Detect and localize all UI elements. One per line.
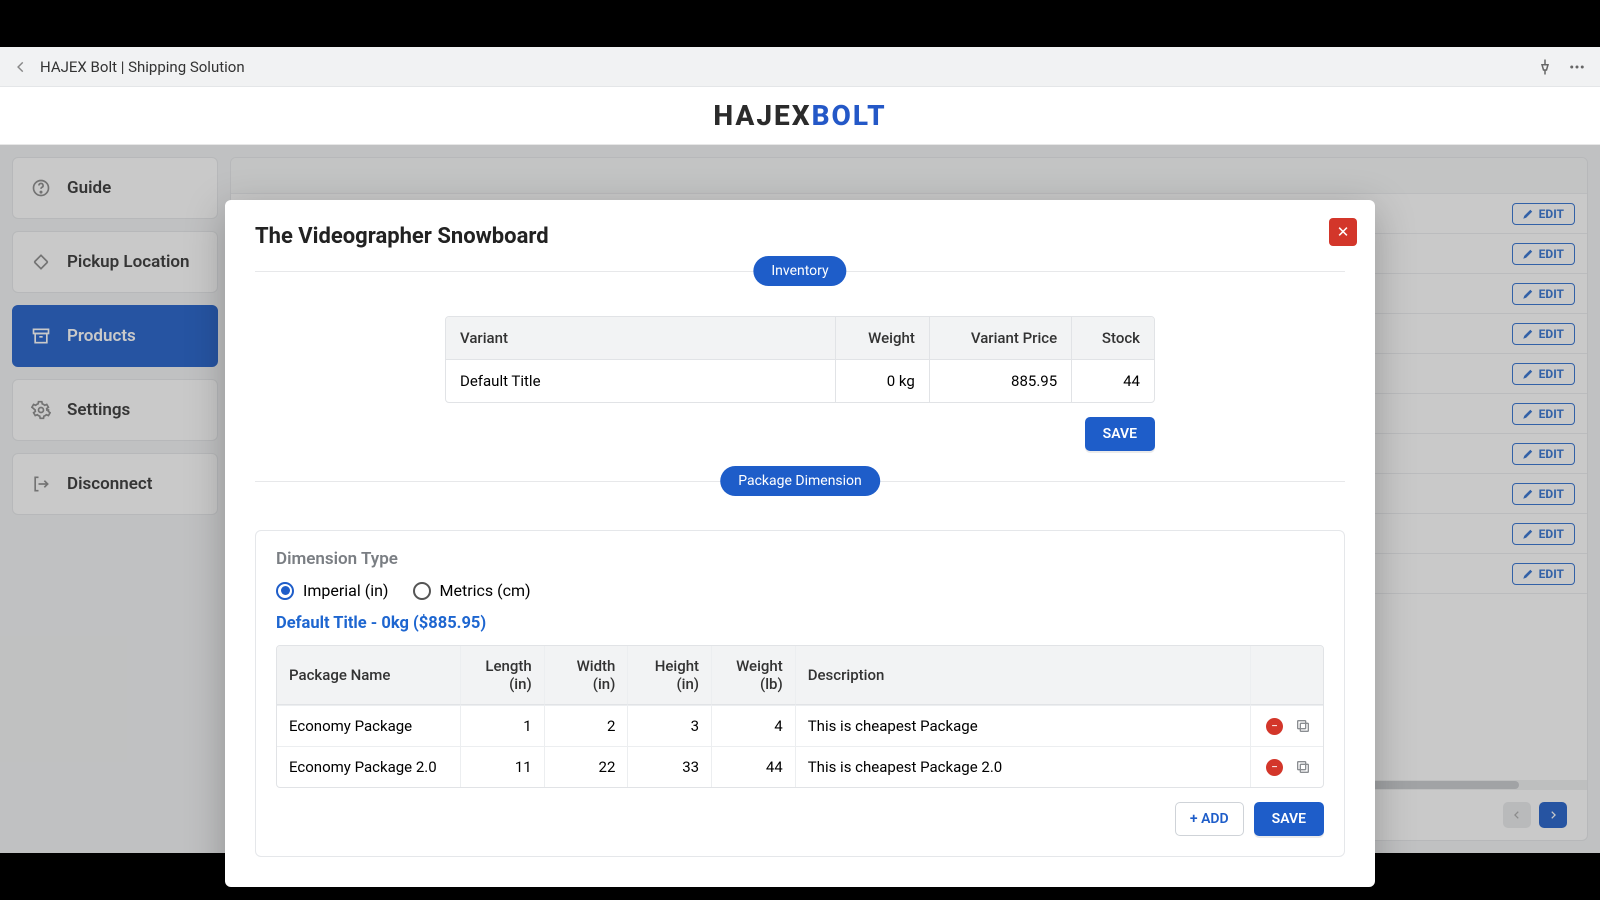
brand-header: HAJEXBOLT	[0, 87, 1600, 145]
copy-row-button[interactable]	[1295, 759, 1311, 775]
window-title: HAJEX Bolt | Shipping Solution	[40, 58, 245, 76]
package-table: Package Name Length (in) Width (in) Heig…	[276, 645, 1324, 788]
cell-price: 885.95	[929, 360, 1071, 402]
col-stock: Stock	[1071, 317, 1154, 360]
col-width: Width (in)	[544, 646, 628, 705]
modal-title: The Videographer Snowboard	[255, 224, 1345, 249]
col-variant: Variant	[446, 317, 835, 360]
cell-width[interactable]: 2	[544, 705, 628, 746]
inventory-row: Default Title 0 kg 885.95 44	[446, 360, 1154, 402]
radio-label: Imperial (in)	[303, 581, 389, 600]
col-height: Height (in)	[627, 646, 711, 705]
cell-height[interactable]: 3	[627, 705, 711, 746]
package-dimension-pill: Package Dimension	[720, 466, 880, 496]
radio-label: Metrics (cm)	[440, 581, 531, 600]
modal-overlay: The Videographer Snowboard ✕ Inventory V…	[0, 145, 1600, 853]
cell-variant: Default Title	[446, 360, 835, 402]
inventory-pill: Inventory	[753, 256, 846, 286]
package-save-button[interactable]: SAVE	[1254, 802, 1324, 836]
inventory-save-button[interactable]: SAVE	[1085, 417, 1155, 451]
radio-imperial[interactable]: Imperial (in)	[276, 581, 389, 600]
cell-length[interactable]: 1	[460, 705, 544, 746]
brand-logo: HAJEXBOLT	[713, 99, 886, 132]
pin-icon[interactable]	[1522, 58, 1554, 76]
cell-stock: 44	[1071, 360, 1154, 402]
product-modal: The Videographer Snowboard ✕ Inventory V…	[225, 200, 1375, 887]
cell-length[interactable]: 11	[460, 746, 544, 787]
cell-name[interactable]: Economy Package 2.0	[277, 746, 460, 787]
col-desc: Description	[795, 646, 1250, 705]
cell-desc[interactable]: This is cheapest Package 2.0	[795, 746, 1250, 787]
col-weight: Weight (lb)	[711, 646, 795, 705]
package-row: Economy Package 1 2 3 4 This is cheapest…	[277, 705, 1323, 746]
dimension-card: Dimension Type Imperial (in) Metrics (cm…	[255, 530, 1345, 857]
package-row: Economy Package 2.0 11 22 33 44 This is …	[277, 746, 1323, 787]
inventory-table: Variant Weight Variant Price Stock Defau…	[445, 316, 1155, 403]
more-icon[interactable]	[1554, 58, 1586, 76]
col-pkg-name: Package Name	[277, 646, 460, 705]
dimension-type-label: Dimension Type	[276, 549, 1324, 569]
minus-icon: −	[1271, 719, 1278, 733]
delete-row-button[interactable]: −	[1266, 718, 1283, 735]
back-icon[interactable]	[14, 60, 28, 74]
col-actions	[1250, 646, 1323, 705]
cell-weight[interactable]: 44	[711, 746, 795, 787]
cell-weight[interactable]: 0 kg	[835, 360, 928, 402]
add-package-button[interactable]: + ADD	[1175, 802, 1244, 836]
col-length: Length (in)	[460, 646, 544, 705]
delete-row-button[interactable]: −	[1266, 759, 1283, 776]
close-button[interactable]: ✕	[1329, 218, 1357, 246]
cell-weight[interactable]: 4	[711, 705, 795, 746]
col-price: Variant Price	[929, 317, 1071, 360]
col-weight: Weight	[835, 317, 928, 360]
cell-width[interactable]: 22	[544, 746, 628, 787]
radio-metric[interactable]: Metrics (cm)	[413, 581, 531, 600]
cell-desc[interactable]: This is cheapest Package	[795, 705, 1250, 746]
radio-selected-icon	[276, 582, 294, 600]
window-titlebar: HAJEX Bolt | Shipping Solution	[0, 47, 1600, 87]
copy-row-button[interactable]	[1295, 718, 1311, 734]
cell-height[interactable]: 33	[627, 746, 711, 787]
variant-summary-link[interactable]: Default Title - 0kg ($885.95)	[276, 614, 1324, 633]
minus-icon: −	[1271, 760, 1278, 774]
cell-name[interactable]: Economy Package	[277, 705, 460, 746]
close-icon: ✕	[1337, 223, 1350, 241]
radio-unselected-icon	[413, 582, 431, 600]
